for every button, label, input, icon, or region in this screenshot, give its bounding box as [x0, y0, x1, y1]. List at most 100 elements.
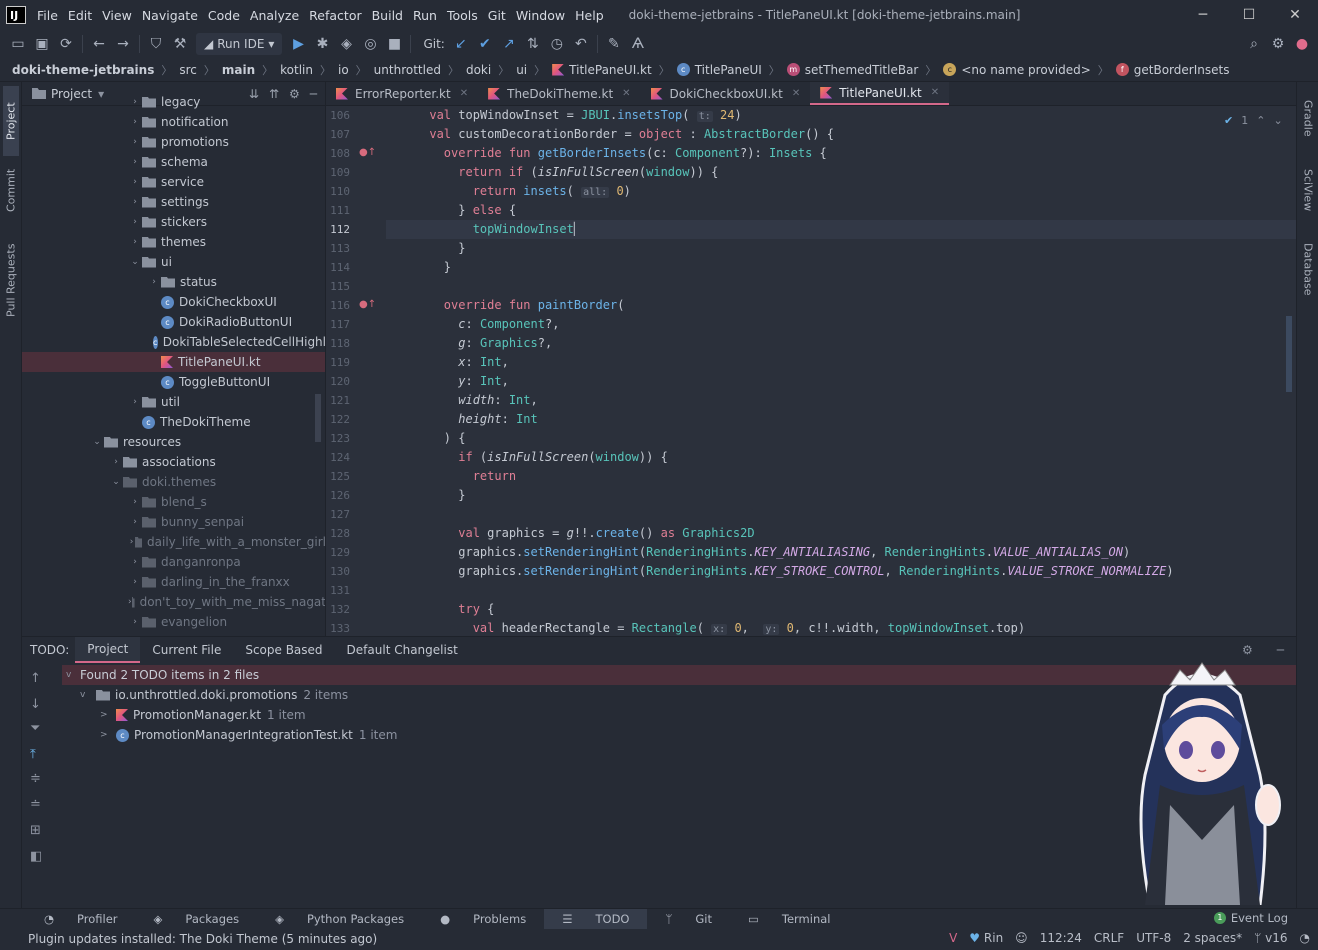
- chevron-right-icon[interactable]: ›: [109, 457, 123, 467]
- tree-item[interactable]: › legacy: [22, 92, 325, 112]
- crumb-project[interactable]: doki-theme-jetbrains: [12, 63, 154, 77]
- chevron-right-icon[interactable]: ›: [128, 237, 142, 247]
- close-button[interactable]: ✕: [1272, 0, 1318, 30]
- chevron-right-icon[interactable]: ›: [128, 597, 132, 607]
- tree-item-selected[interactable]: TitlePaneUI.kt: [22, 352, 325, 372]
- chevron-up-icon[interactable]: ⌃: [1256, 114, 1265, 127]
- tab-project[interactable]: Project: [3, 86, 19, 156]
- menu-help[interactable]: Help: [570, 8, 609, 23]
- tree-item[interactable]: c TheDokiTheme: [22, 412, 325, 432]
- tab-todo-current-file[interactable]: Current File: [140, 637, 233, 663]
- crumb-anonymous[interactable]: c <no name provided>: [943, 63, 1091, 77]
- tree-item[interactable]: c DokiRadioButtonUI: [22, 312, 325, 332]
- group-icon[interactable]: ⊞: [30, 823, 41, 838]
- profile-icon[interactable]: ◎: [358, 33, 382, 55]
- gear-icon[interactable]: ⚙: [1266, 33, 1290, 55]
- history-icon[interactable]: ◷: [545, 33, 569, 55]
- back-icon[interactable]: ←: [87, 33, 111, 55]
- tree-item[interactable]: › don't_toy_with_me_miss_nagat: [22, 592, 325, 612]
- menu-window[interactable]: Window: [511, 8, 570, 23]
- debug-icon[interactable]: ✱: [310, 33, 334, 55]
- mood-icon[interactable]: ☺: [1015, 931, 1028, 945]
- menu-edit[interactable]: Edit: [63, 8, 97, 23]
- inspection-widget[interactable]: ✔ 1 ⌃ ⌄: [1224, 114, 1283, 127]
- expand-all-icon[interactable]: ≑: [30, 771, 41, 786]
- tree-item[interactable]: › danganronpa: [22, 552, 325, 572]
- tree-item[interactable]: › daily_life_with_a_monster_girl: [22, 532, 325, 552]
- crumb-unthrottled[interactable]: unthrottled: [374, 63, 441, 77]
- sync-icon[interactable]: ⟳: [54, 33, 78, 55]
- tab-todo-scope-based[interactable]: Scope Based: [233, 637, 334, 663]
- tree-item[interactable]: › stickers: [22, 212, 325, 232]
- tree-item[interactable]: ⌄ doki.themes: [22, 472, 325, 492]
- todo-file-row[interactable]: > PromotionManager.kt 1 item: [100, 705, 306, 725]
- tree-item[interactable]: › util: [22, 392, 325, 412]
- crumb-file[interactable]: TitlePaneUI.kt: [552, 63, 652, 77]
- line-separator[interactable]: CRLF: [1094, 931, 1124, 945]
- chevron-right-icon[interactable]: ›: [128, 137, 142, 147]
- crumb-class[interactable]: c TitlePaneUI: [676, 63, 762, 77]
- crumb-io[interactable]: io: [338, 63, 349, 77]
- menu-tools[interactable]: Tools: [442, 8, 483, 23]
- tool-packages[interactable]: ◈ Packages: [136, 909, 258, 929]
- tree-item[interactable]: › themes: [22, 232, 325, 252]
- chevron-right-icon[interactable]: ›: [128, 177, 142, 187]
- rollback-icon[interactable]: ↶: [569, 33, 593, 55]
- menu-file[interactable]: File: [32, 8, 63, 23]
- tab-sciview[interactable]: SciView: [1300, 160, 1316, 220]
- todo-file-row[interactable]: > c PromotionManagerIntegrationTest.kt 1 …: [100, 725, 397, 745]
- chevron-right-icon[interactable]: >: [100, 710, 116, 720]
- run-icon[interactable]: ▶: [286, 33, 310, 55]
- arrow-down-icon[interactable]: ↓: [30, 697, 41, 712]
- close-tab-icon[interactable]: ✕: [622, 88, 630, 99]
- tree-item[interactable]: c ToggleButtonUI: [22, 372, 325, 392]
- minimize-button[interactable]: ─: [1180, 0, 1226, 30]
- run-configuration-selector[interactable]: ◢ Run IDE ▾: [196, 33, 283, 55]
- caret-position[interactable]: 112:24: [1040, 931, 1082, 945]
- tab-database[interactable]: Database: [1300, 234, 1316, 304]
- tab-commit[interactable]: Commit: [3, 160, 19, 220]
- save-icon[interactable]: ▣: [30, 33, 54, 55]
- chevron-right-icon[interactable]: ›: [128, 397, 142, 407]
- tool-git[interactable]: ᛘ Git: [647, 909, 730, 929]
- close-tab-icon[interactable]: ✕: [931, 87, 939, 98]
- editor-scrollbar[interactable]: [1286, 316, 1292, 392]
- editor-tab[interactable]: ErrorReporter.kt ✕: [326, 82, 478, 105]
- chevron-right-icon[interactable]: ›: [128, 557, 142, 567]
- menu-refactor[interactable]: Refactor: [304, 8, 366, 23]
- tree-item[interactable]: › settings: [22, 192, 325, 212]
- crumb-function[interactable]: f getBorderInsets: [1115, 63, 1229, 77]
- menu-build[interactable]: Build: [367, 8, 408, 23]
- coverage-icon[interactable]: ◈: [334, 33, 358, 55]
- tool-python-packages[interactable]: ◈ Python Packages: [257, 909, 422, 929]
- chevron-right-icon[interactable]: ›: [147, 277, 161, 287]
- crumb-main[interactable]: main: [222, 63, 255, 77]
- tab-pull-requests[interactable]: Pull Requests: [3, 232, 19, 328]
- tree-item[interactable]: › blend_s: [22, 492, 325, 512]
- close-tab-icon[interactable]: ✕: [792, 88, 800, 99]
- chevron-down-icon[interactable]: ⌄: [109, 477, 123, 487]
- doki-heart-icon[interactable]: ●: [1290, 33, 1314, 55]
- arrow-up-icon[interactable]: ↑: [30, 671, 41, 686]
- chevron-right-icon[interactable]: ›: [128, 617, 142, 627]
- editor-tab[interactable]: DokiCheckboxUI.kt ✕: [641, 82, 811, 105]
- tab-todo-default-changelist[interactable]: Default Changelist: [335, 637, 470, 663]
- menu-view[interactable]: View: [97, 8, 137, 23]
- git-push-icon[interactable]: ↗: [497, 33, 521, 55]
- chevron-down-icon[interactable]: v: [80, 690, 96, 700]
- chevron-right-icon[interactable]: ›: [128, 577, 142, 587]
- status-message[interactable]: Plugin updates installed: The Doki Theme…: [28, 932, 377, 946]
- tree-item[interactable]: › service: [22, 172, 325, 192]
- chevron-down-icon[interactable]: ⌄: [128, 257, 142, 267]
- chevron-right-icon[interactable]: ›: [128, 117, 142, 127]
- tool-terminal[interactable]: ▭ Terminal: [730, 909, 848, 929]
- menu-code[interactable]: Code: [203, 8, 245, 23]
- filter-icon[interactable]: ⏷: [30, 721, 40, 736]
- tab-gradle[interactable]: Gradle: [1300, 88, 1316, 148]
- chevron-down-icon[interactable]: v: [66, 670, 80, 680]
- doki-v-icon[interactable]: ᐯ: [949, 931, 957, 945]
- menu-navigate[interactable]: Navigate: [137, 8, 203, 23]
- indent-setting[interactable]: 2 spaces*: [1183, 931, 1242, 945]
- tree-item[interactable]: › bunny_senpai: [22, 512, 325, 532]
- anime-a-icon[interactable]: Ѧ: [626, 33, 650, 55]
